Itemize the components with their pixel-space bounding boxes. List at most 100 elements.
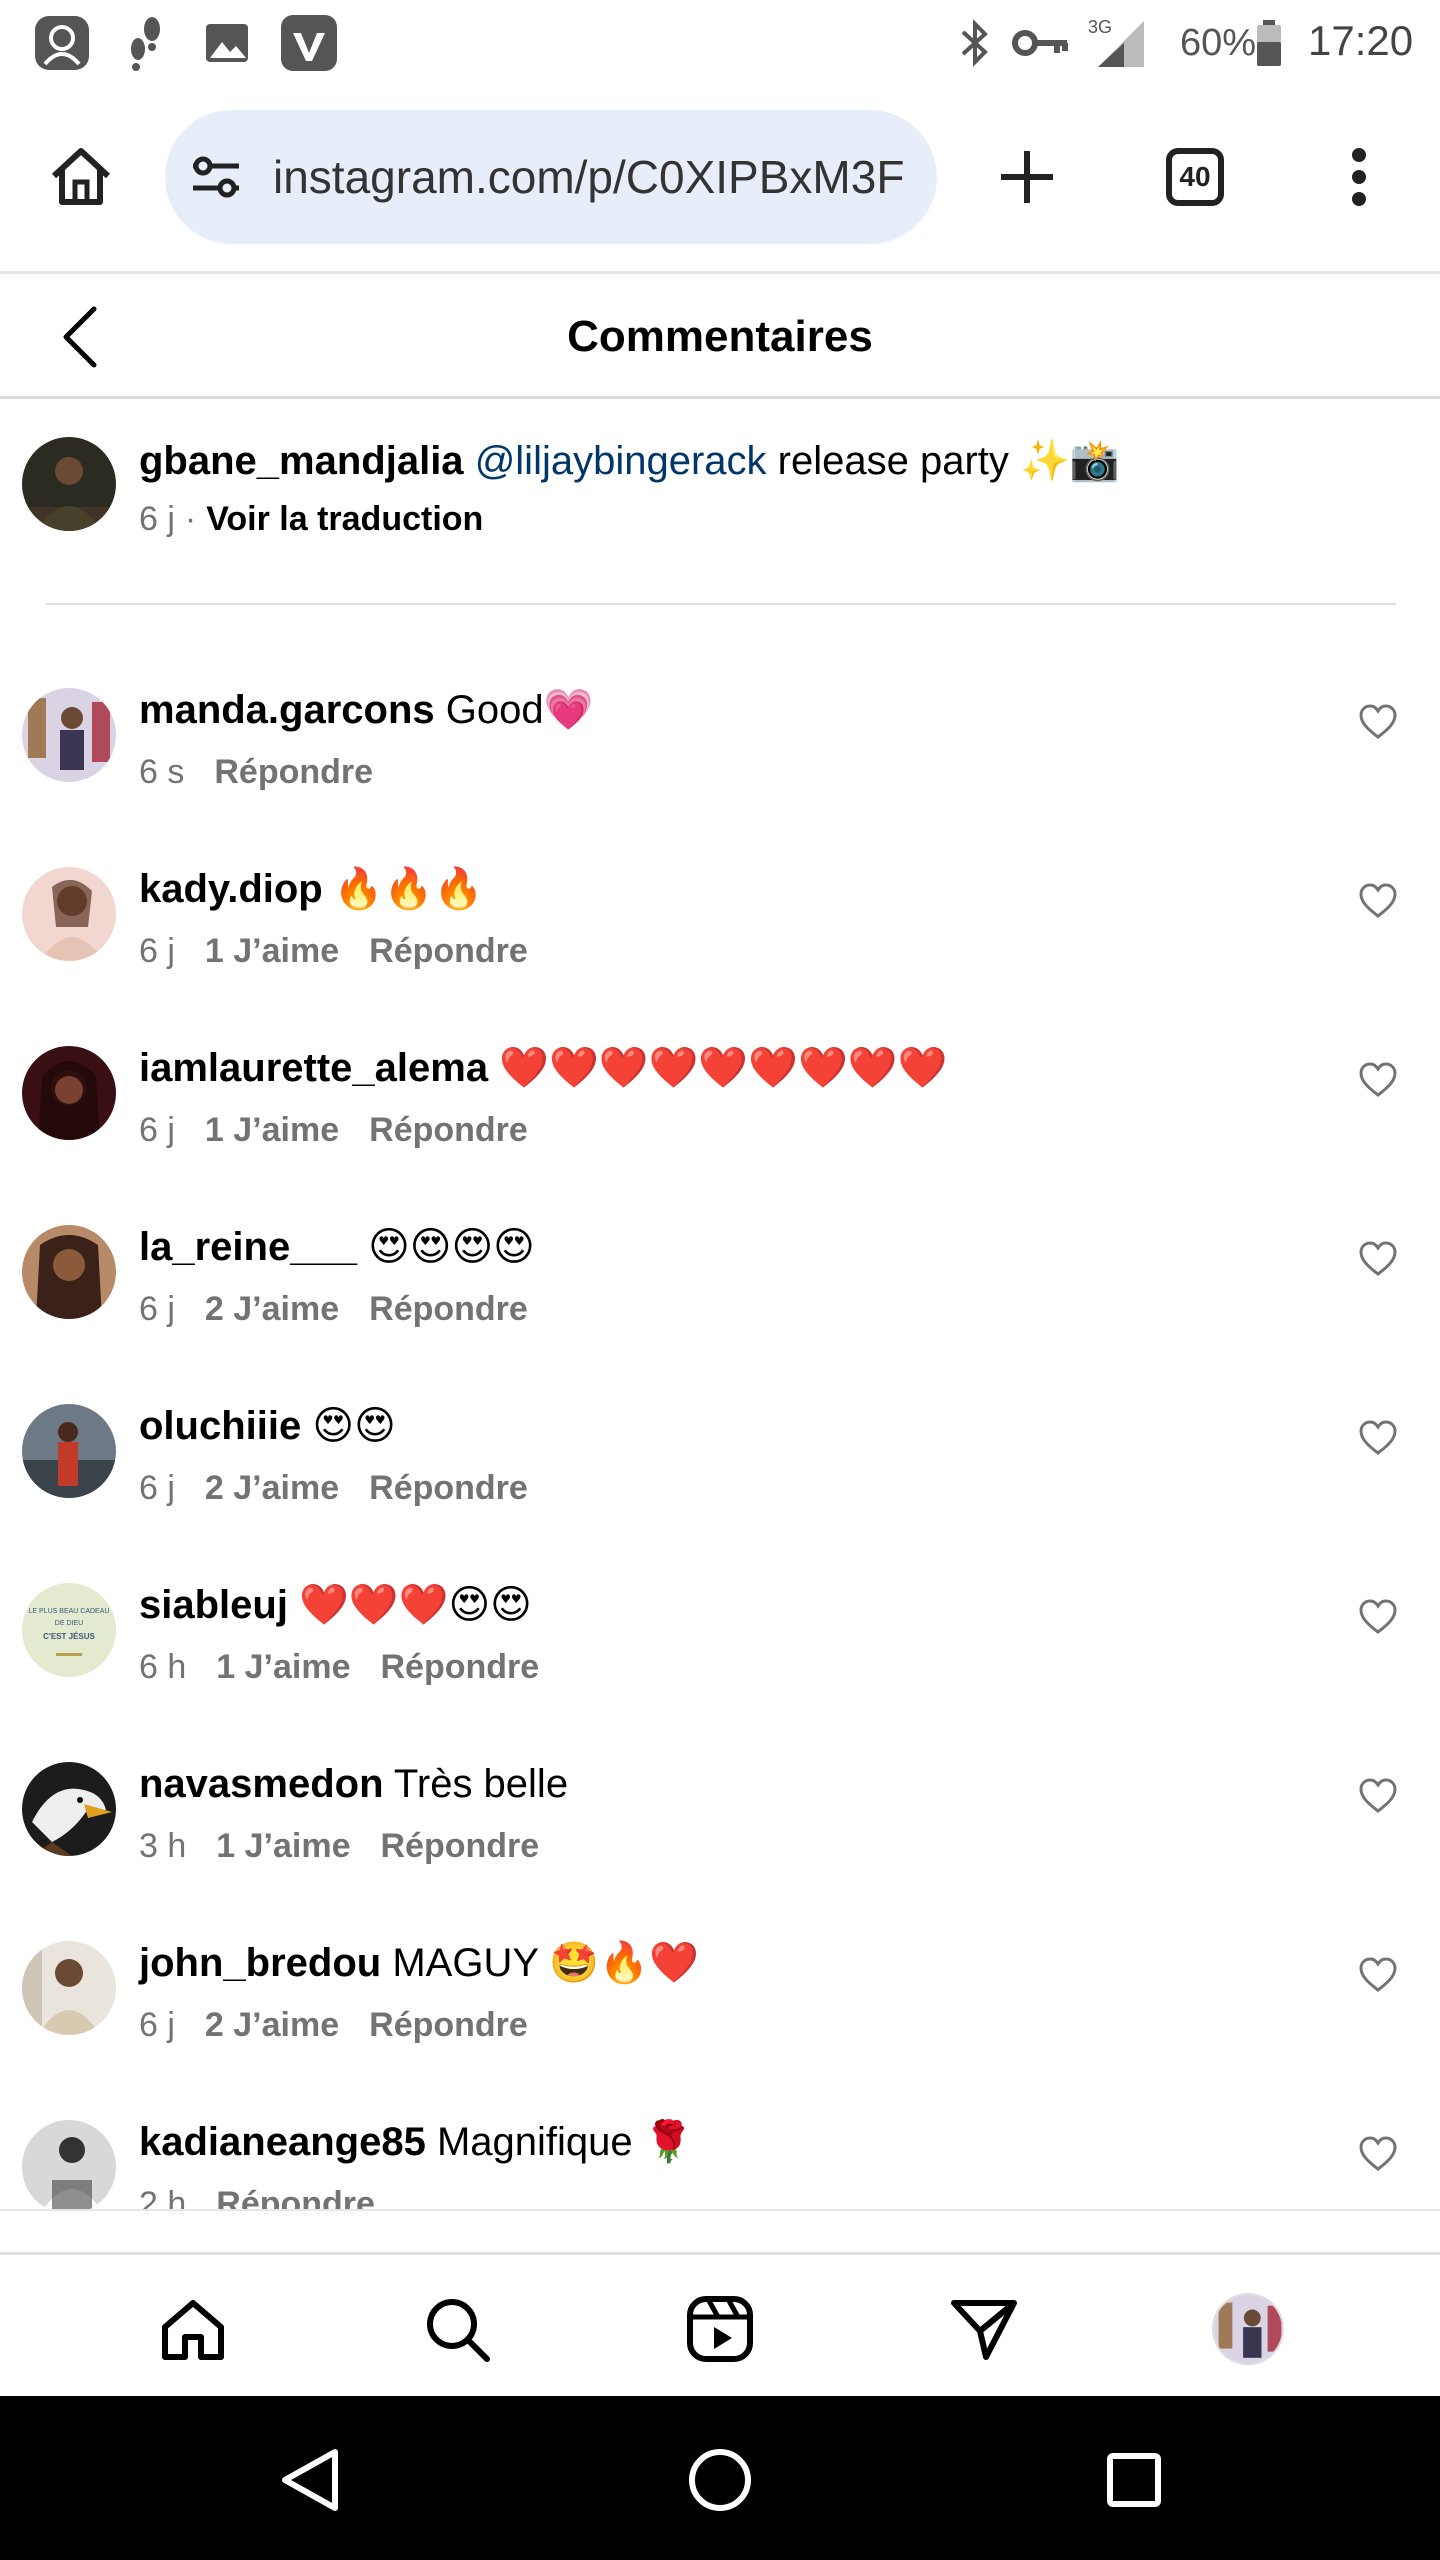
battery-icon xyxy=(1254,10,1284,76)
comment-meta: 6 j 2 J’aime Répondre xyxy=(139,2001,528,2049)
reply-button[interactable]: Répondre xyxy=(369,2006,528,2044)
avatar[interactable] xyxy=(22,688,116,782)
plus-icon xyxy=(1001,151,1053,203)
comment-item: oluchiiie 😍😍 6 j 2 J’aime Répondre xyxy=(0,1376,1440,1556)
comment-time: 3 h xyxy=(139,1827,187,1865)
likes-count[interactable]: 1 J’aime xyxy=(216,1648,350,1686)
reels-icon xyxy=(687,2296,753,2362)
reply-button[interactable]: Répondre xyxy=(380,1648,539,1686)
like-heart-icon[interactable] xyxy=(1358,1597,1398,1637)
avatar[interactable] xyxy=(22,1941,116,2035)
comment-meta: 6 j 2 J’aime Répondre xyxy=(139,1464,528,1512)
system-navigation xyxy=(0,2396,1440,2560)
comment-item: iamlaurette_alema ❤️❤️❤️❤️❤️❤️❤️❤️❤️ 6 j… xyxy=(0,1018,1440,1198)
avatar[interactable] xyxy=(22,1404,116,1498)
comment-username[interactable]: iamlaurette_alema xyxy=(139,1046,488,1090)
bluetooth-icon xyxy=(948,10,1002,76)
likes-count[interactable]: 2 J’aime xyxy=(205,2006,339,2044)
comment-item: kady.diop 🔥🔥🔥 6 j 1 J’aime Répondre xyxy=(0,839,1440,1019)
caption-time: 6 j xyxy=(139,500,175,538)
comments-header: Commentaires xyxy=(0,277,1440,399)
reply-button[interactable]: Répondre xyxy=(369,1290,528,1328)
reply-button[interactable]: Répondre xyxy=(380,1827,539,1865)
like-heart-icon[interactable] xyxy=(1358,881,1398,921)
like-heart-icon[interactable] xyxy=(1358,1776,1398,1816)
nav-direct[interactable] xyxy=(944,2289,1024,2369)
like-heart-icon[interactable] xyxy=(1358,2134,1398,2174)
avatar[interactable]: LE PLUS BEAU CADEAU DE DIEU C'EST JÉSUS xyxy=(22,1583,116,1677)
site-settings-icon[interactable] xyxy=(183,144,249,210)
nav-reels[interactable] xyxy=(680,2289,760,2369)
avatar[interactable] xyxy=(22,867,116,961)
gallery-icon xyxy=(195,10,259,76)
comment-username[interactable]: siableuj xyxy=(139,1583,288,1627)
nav-home[interactable] xyxy=(153,2289,233,2369)
comment-list-clip: kadianeange85 Magnifique 🌹 2 h Répondre xyxy=(0,2092,1440,2210)
like-heart-icon[interactable] xyxy=(1358,1060,1398,1100)
likes-count[interactable]: 1 J’aime xyxy=(205,932,339,970)
comment-body: Très belle xyxy=(383,1762,569,1806)
comment-meta: 6 s Répondre xyxy=(139,748,373,796)
comment-body: 😍😍 xyxy=(301,1404,396,1448)
comment-username[interactable]: la_reine___ xyxy=(139,1225,357,1269)
comment-username[interactable]: manda.garcons xyxy=(139,688,435,732)
likes-count[interactable]: 2 J’aime xyxy=(205,1290,339,1328)
bottom-navigation xyxy=(0,2252,1440,2396)
comment-meta: 6 j 1 J’aime Répondre xyxy=(139,1106,528,1154)
meta-separator: · xyxy=(184,500,197,538)
tab-switcher-button[interactable]: 40 xyxy=(1140,122,1250,232)
comment-username[interactable]: navasmedon xyxy=(139,1762,384,1806)
system-back-button[interactable] xyxy=(262,2432,358,2528)
reply-button[interactable]: Répondre xyxy=(214,753,373,791)
comment-item: kadianeange85 Magnifique 🌹 2 h Répondre xyxy=(0,2092,1440,2210)
browser-toolbar: instagram.com/p/C0XIPBxM3F 40 xyxy=(0,86,1440,274)
circle-home-icon xyxy=(689,2449,751,2511)
likes-count[interactable]: 2 J’aime xyxy=(205,1469,339,1507)
square-recents-icon xyxy=(1107,2453,1161,2507)
comment-username[interactable]: john_bredou xyxy=(139,1941,381,1985)
translate-link[interactable]: Voir la traduction xyxy=(206,500,483,538)
comment-body: 🔥🔥🔥 xyxy=(322,867,484,911)
caption-username[interactable]: gbane_mandjalia xyxy=(139,439,464,483)
home-button[interactable] xyxy=(26,122,136,232)
comment-text: iamlaurette_alema ❤️❤️❤️❤️❤️❤️❤️❤️❤️ xyxy=(139,1040,947,1096)
url-text[interactable]: instagram.com/p/C0XIPBxM3F xyxy=(273,144,923,210)
avatar[interactable] xyxy=(22,1762,116,1856)
avatar[interactable] xyxy=(22,1046,116,1140)
comment-item: LE PLUS BEAU CADEAU DE DIEU C'EST JÉSUS … xyxy=(0,1555,1440,1735)
nav-profile[interactable] xyxy=(1208,2289,1288,2369)
like-heart-icon[interactable] xyxy=(1358,1239,1398,1279)
reply-button[interactable]: Répondre xyxy=(369,1111,528,1149)
browser-menu-button[interactable] xyxy=(1304,122,1414,232)
comment-time: 2 h xyxy=(139,2185,187,2210)
signal-icon: 3G xyxy=(1084,10,1148,76)
avatar[interactable] xyxy=(22,1225,116,1319)
comment-username[interactable]: kadianeange85 xyxy=(139,2120,426,2164)
svg-text:3G: 3G xyxy=(1088,17,1112,37)
post-caption: gbane_mandjalia @liljaybingerack release… xyxy=(0,399,1440,605)
likes-count[interactable]: 1 J’aime xyxy=(205,1111,339,1149)
address-bar[interactable]: instagram.com/p/C0XIPBxM3F xyxy=(165,110,937,244)
like-heart-icon[interactable] xyxy=(1358,1955,1398,1995)
reply-button[interactable]: Répondre xyxy=(216,2185,375,2210)
home-icon xyxy=(162,2300,224,2360)
comment-time: 6 j xyxy=(139,932,175,970)
comment-username[interactable]: kady.diop xyxy=(139,867,323,911)
like-heart-icon[interactable] xyxy=(1358,702,1398,742)
comment-item: john_bredou MAGUY 🤩🔥❤️ 6 j 2 J’aime Répond… xyxy=(0,1913,1440,2093)
system-recents-button[interactable] xyxy=(1086,2432,1182,2528)
likes-count[interactable]: 1 J’aime xyxy=(216,1827,350,1865)
comment-username[interactable]: oluchiiie xyxy=(139,1404,301,1448)
system-home-button[interactable] xyxy=(672,2432,768,2528)
nav-search[interactable] xyxy=(417,2289,497,2369)
new-tab-button[interactable] xyxy=(972,122,1082,232)
like-heart-icon[interactable] xyxy=(1358,1418,1398,1458)
avatar[interactable] xyxy=(22,2120,116,2210)
direct-icon xyxy=(951,2300,1017,2360)
caption-mention[interactable]: @liljaybingerack xyxy=(475,439,767,483)
reply-button[interactable]: Répondre xyxy=(369,1469,528,1507)
avatar[interactable] xyxy=(22,437,116,531)
vimeo-icon xyxy=(276,10,342,76)
divider xyxy=(46,603,1396,605)
reply-button[interactable]: Répondre xyxy=(369,932,528,970)
